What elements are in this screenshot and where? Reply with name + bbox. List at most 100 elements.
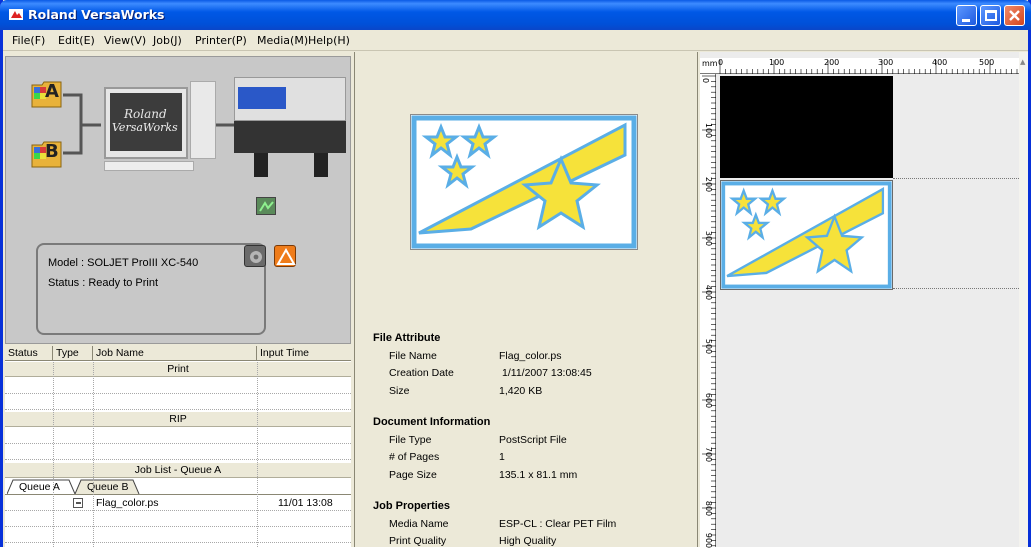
- page-size-value: 135.1 x 81.1 mm: [499, 469, 578, 481]
- printer-icon: [234, 77, 346, 177]
- h-ruler-label-400: 400: [932, 58, 948, 67]
- minimize-icon: [962, 19, 970, 22]
- v-ruler-label-600: 600: [704, 392, 714, 409]
- v-ruler-label-100: 100: [704, 122, 714, 139]
- row-divider: [5, 526, 351, 527]
- row-divider: [5, 510, 351, 511]
- job-time-cell: 11/01 13:08: [278, 497, 333, 509]
- computer-icon: Roland VersaWorks: [98, 81, 218, 175]
- connection-status-icon[interactable]: [256, 197, 276, 215]
- section-print: Print: [5, 362, 351, 377]
- section-job-list: Job List - Queue A: [5, 463, 351, 478]
- tab-queue-a[interactable]: Queue A: [7, 479, 77, 494]
- menu-edit[interactable]: Edit(E): [58, 34, 95, 47]
- app-window: Roland VersaWorks File(F) Edit(E) View(V…: [0, 0, 1031, 548]
- v-ruler-label-300: 300: [704, 230, 714, 247]
- menu-file[interactable]: File(F): [12, 34, 45, 47]
- horizontal-ruler: mm 0 100 200 300 400 500: [700, 58, 1019, 74]
- job-table: Status Type Job Name Input Time Print RI…: [5, 346, 351, 547]
- row-divider: [5, 443, 351, 444]
- menu-bar: File(F) Edit(E) View(V) Job(J) Printer(P…: [3, 30, 1028, 51]
- vertical-scrollbar[interactable]: ▲: [1019, 52, 1028, 547]
- vertical-ruler: 0 100 200 300 400 500 600 700 800 900: [700, 74, 716, 548]
- creation-date-label: Creation Date: [389, 367, 454, 379]
- menu-view[interactable]: View(V): [104, 34, 146, 47]
- scroll-up-arrow-icon[interactable]: ▲: [1020, 58, 1025, 66]
- tab-queue-b[interactable]: Queue B: [73, 479, 143, 494]
- h-ruler-label-300: 300: [878, 58, 894, 67]
- print-quality-value: High Quality: [499, 535, 557, 547]
- print-quality-label: Print Quality: [389, 535, 447, 547]
- page-boundary-line: [893, 178, 1019, 179]
- layout-preview-panel[interactable]: mm 0 100 200 300 400 500 0 100 200 300 4…: [700, 52, 1028, 548]
- maximize-button[interactable]: [980, 5, 1001, 26]
- v-ruler-label-800: 800: [704, 500, 714, 517]
- job-type-icon: [73, 498, 83, 508]
- col-input-time[interactable]: Input Time: [257, 346, 351, 361]
- menu-help[interactable]: Help(H): [308, 34, 350, 47]
- size-value: 1,420 KB: [499, 385, 543, 397]
- v-ruler-label-900: 900: [704, 532, 714, 548]
- previous-job-area: [720, 76, 893, 178]
- column-divider: [93, 362, 94, 547]
- status-label: Status : Ready to Print: [48, 277, 159, 289]
- h-ruler-label-200: 200: [824, 58, 840, 67]
- printer-info-box: Model : SOLJET ProIII XC-540 Status : Re…: [36, 243, 266, 335]
- page-boundary-line: [893, 288, 1019, 289]
- file-name-value: Flag_color.ps: [499, 350, 562, 362]
- layout-job-thumbnail[interactable]: [720, 180, 893, 290]
- menu-printer[interactable]: Printer(P): [195, 34, 247, 47]
- layout-flag-image: [721, 181, 892, 289]
- v-ruler-label-400: 400: [704, 284, 714, 301]
- page-count-label: # of Pages: [389, 451, 440, 463]
- close-button[interactable]: [1004, 5, 1025, 26]
- column-divider: [257, 362, 258, 547]
- row-divider: [5, 409, 351, 410]
- menu-media[interactable]: Media(M): [257, 34, 308, 47]
- file-type-value: PostScript File: [499, 434, 567, 446]
- minimize-button[interactable]: [956, 5, 977, 26]
- media-name-value: ESP-CL : Clear PET Film: [499, 518, 617, 530]
- job-properties-title: Job Properties: [373, 500, 451, 512]
- section-rip: RIP: [5, 412, 351, 427]
- horizontal-ruler-ticks: [719, 60, 1018, 74]
- file-name-label: File Name: [389, 350, 437, 362]
- v-ruler-label-500: 500: [704, 338, 714, 355]
- left-panel: A B Roland VersaWorks Model: SOLJET Pro…: [3, 52, 355, 547]
- menu-job[interactable]: Job(J): [153, 34, 182, 47]
- warning-icon[interactable]: [274, 245, 296, 267]
- job-name-cell: Flag_color.ps: [96, 497, 159, 509]
- title-bar[interactable]: Roland VersaWorks: [0, 0, 1031, 30]
- col-status[interactable]: Status: [5, 346, 53, 361]
- job-preview-thumbnail: [410, 114, 638, 250]
- maximize-icon: [985, 10, 997, 21]
- page-size-label: Page Size: [389, 469, 437, 481]
- h-ruler-label-500: 500: [979, 58, 995, 67]
- logo-line-2: VersaWorks: [112, 121, 178, 134]
- details-panel: File Attribute File Name Flag_color.ps C…: [358, 52, 698, 547]
- col-type[interactable]: Type: [53, 346, 93, 361]
- h-ruler-label-100: 100: [769, 58, 785, 67]
- close-icon: [1009, 10, 1020, 21]
- creation-date-value: 1/11/2007 13:08:45: [502, 367, 592, 379]
- table-row[interactable]: Flag_color.ps 11/01 13:08: [5, 494, 351, 510]
- v-ruler-label-700: 700: [704, 446, 714, 463]
- printer-graphic-panel: A B Roland VersaWorks Model: SOLJET Pro…: [5, 56, 351, 344]
- v-ruler-label-0: 0: [701, 77, 711, 84]
- file-type-label: File Type: [389, 434, 432, 446]
- h-ruler-label-0: 0: [718, 58, 724, 67]
- cut-settings-icon[interactable]: [244, 245, 266, 267]
- document-information-title: Document Information: [373, 416, 491, 428]
- v-ruler-label-200: 200: [704, 176, 714, 193]
- file-attribute-title: File Attribute: [373, 332, 441, 344]
- page-count-value: 1: [499, 451, 505, 463]
- row-divider: [5, 393, 351, 394]
- flag-preview-image: [411, 115, 637, 249]
- col-job-name[interactable]: Job Name: [93, 346, 257, 361]
- row-divider: [5, 542, 351, 543]
- size-label: Size: [389, 385, 410, 397]
- roland-app-icon: [9, 9, 23, 20]
- model-label: Model : SOLJET ProIII XC-540: [48, 257, 199, 269]
- vertical-ruler-ticks: [702, 75, 716, 547]
- window-title: Roland VersaWorks: [28, 7, 165, 22]
